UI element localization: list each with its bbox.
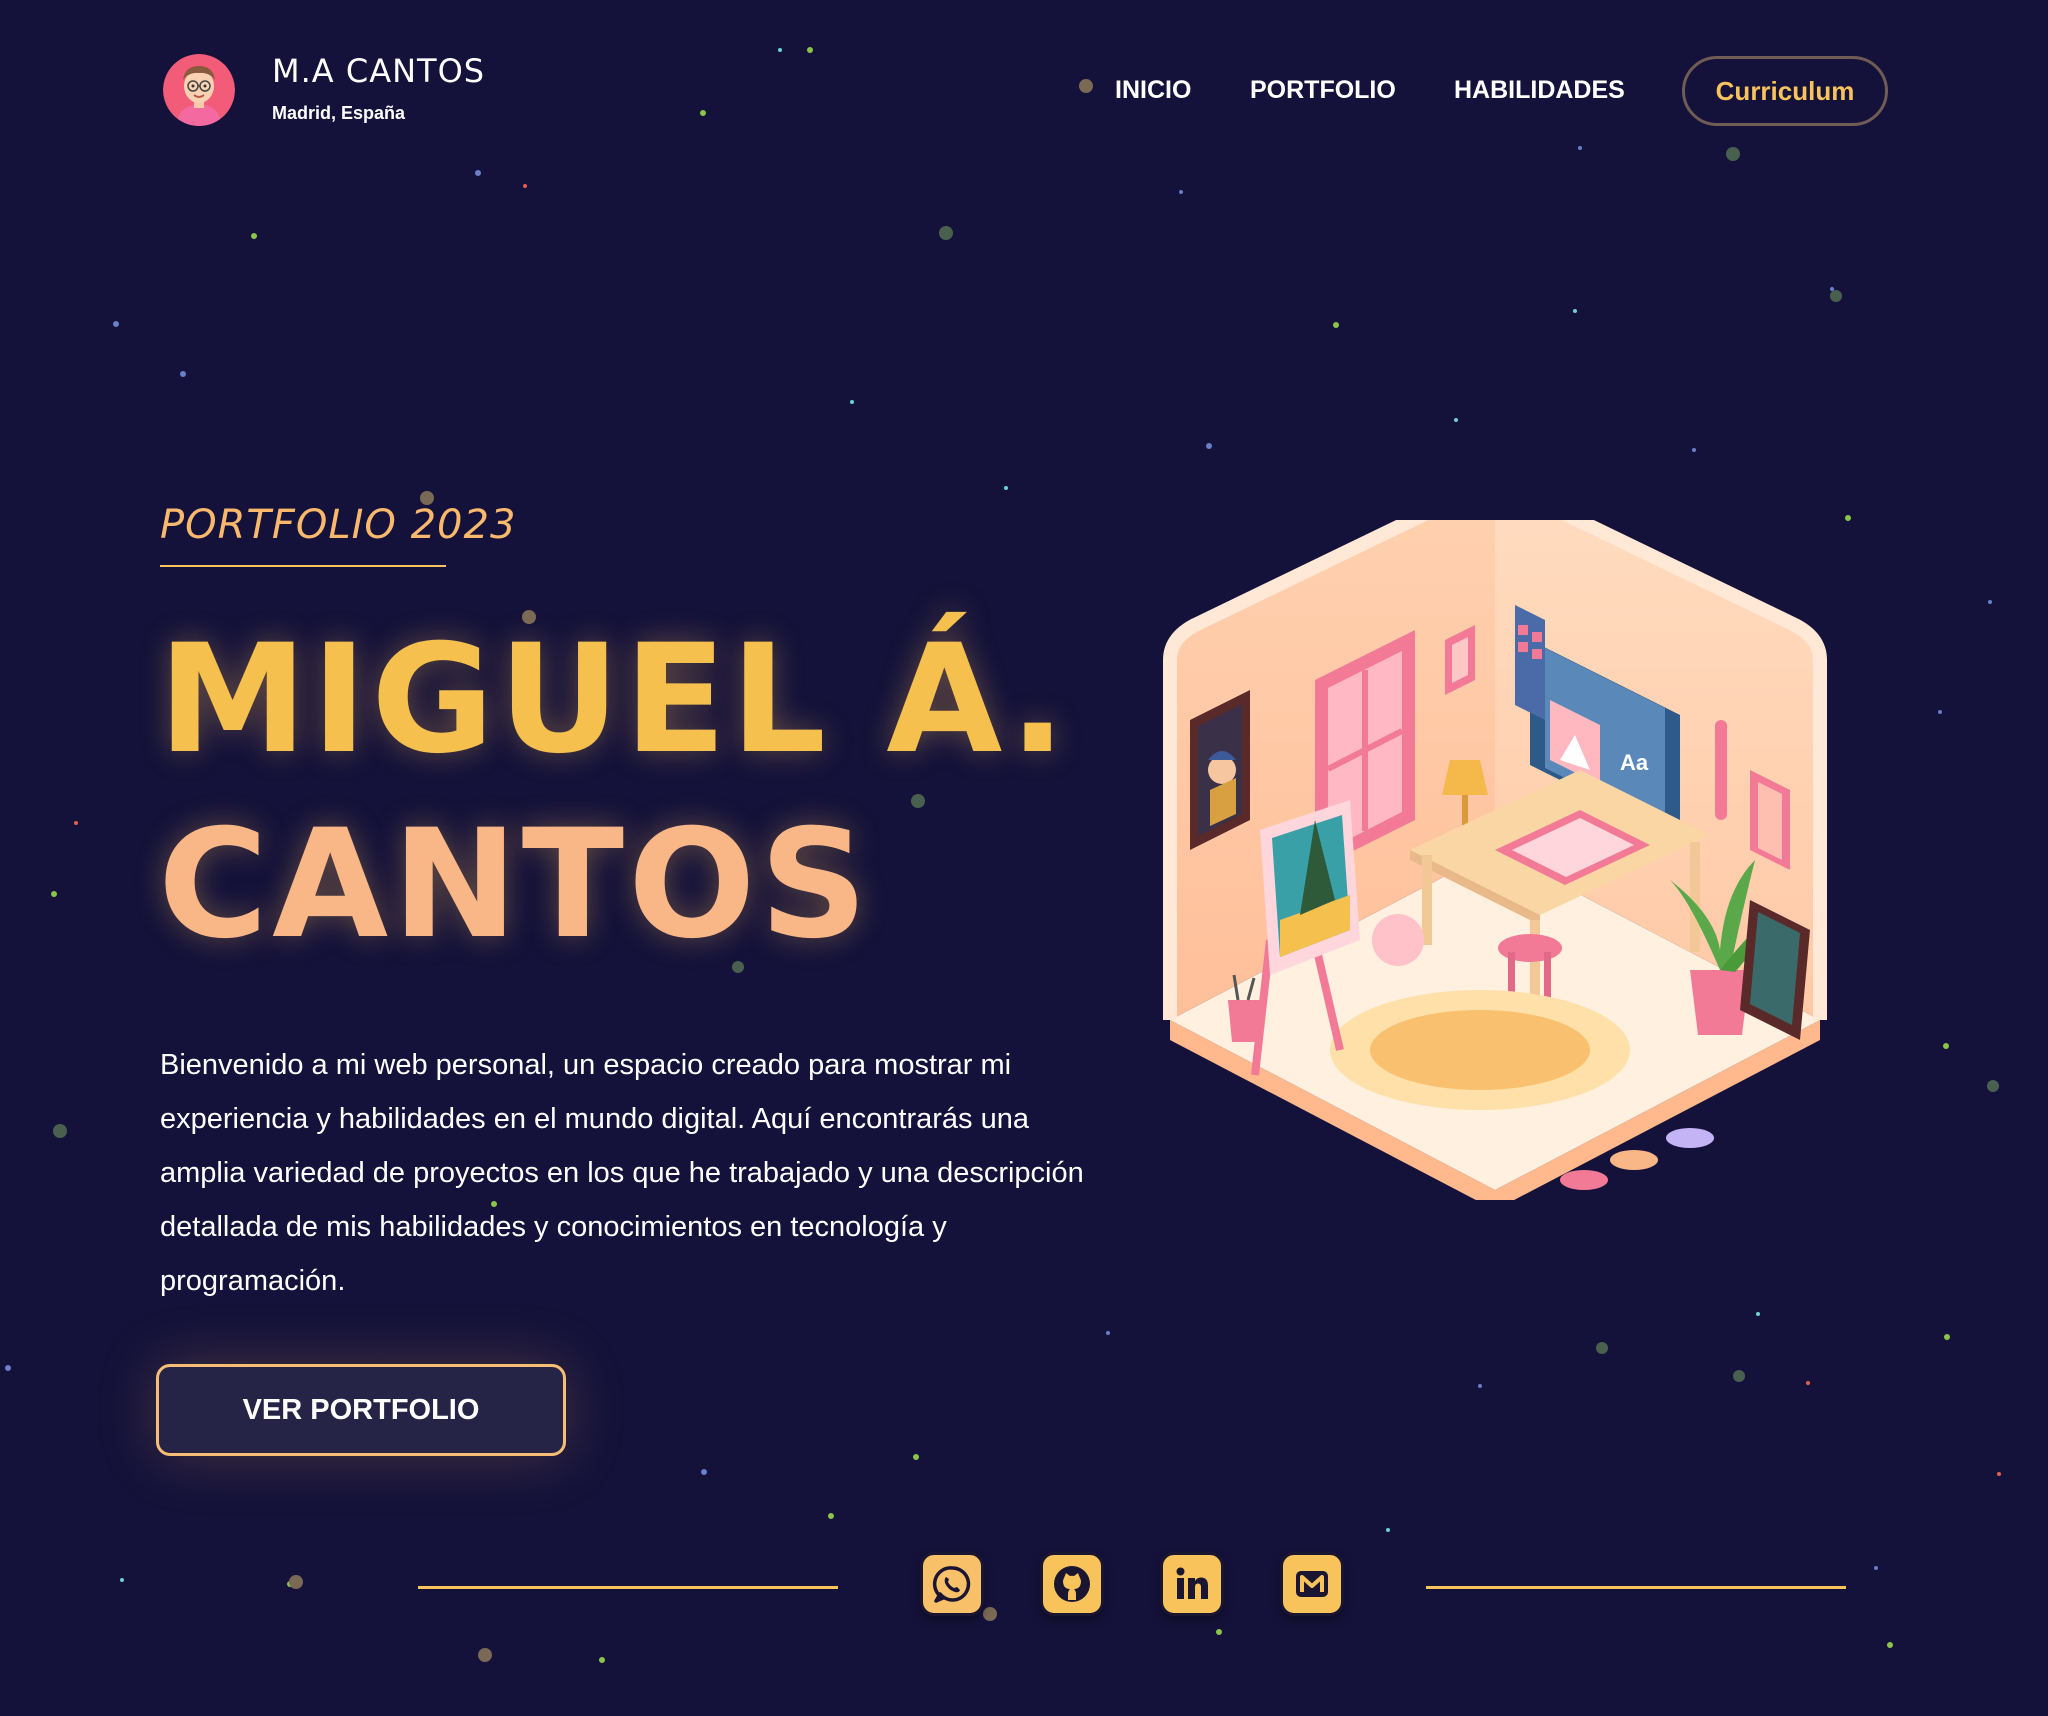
hero-eyebrow: PORTFOLIO 2023 bbox=[160, 502, 517, 548]
nav-link-portfolio[interactable]: PORTFOLIO bbox=[1250, 76, 1396, 106]
linkedin-link[interactable] bbox=[1160, 1552, 1224, 1616]
brand-location: Madrid, España bbox=[272, 103, 406, 123]
hero-intro-text: Bienvenido a mi web personal, un espacio… bbox=[160, 1049, 1084, 1297]
whatsapp-icon bbox=[932, 1566, 971, 1603]
curriculum-button[interactable]: Curriculum bbox=[1682, 56, 1888, 126]
hero-name-line2: CANTOS bbox=[158, 798, 872, 972]
github-icon bbox=[1054, 1566, 1090, 1602]
nav-link-habilidades[interactable]: HABILIDADES bbox=[1454, 76, 1625, 106]
site-header: M.A CANTOS Madrid, España INICIO PORTFOL… bbox=[0, 0, 2048, 180]
hero-name-line1: MIGUEL Á. bbox=[158, 613, 1071, 787]
github-link[interactable] bbox=[1040, 1552, 1104, 1616]
brand-name[interactable]: M.A CANTOS bbox=[272, 52, 485, 90]
mail-icon bbox=[1296, 1571, 1328, 1597]
mail-link[interactable] bbox=[1280, 1552, 1344, 1616]
avatar[interactable] bbox=[163, 54, 235, 126]
isometric-room-illustration: Aa bbox=[1163, 520, 1827, 1200]
whatsapp-link[interactable] bbox=[920, 1552, 984, 1616]
avatar-illustration bbox=[163, 54, 235, 126]
monitor-tile-label: Aa bbox=[1620, 750, 1649, 775]
nav-link-inicio[interactable]: INICIO bbox=[1115, 76, 1191, 106]
linkedin-icon bbox=[1176, 1567, 1208, 1599]
ver-portfolio-button[interactable]: VER PORTFOLIO bbox=[156, 1364, 566, 1456]
footer-divider-left bbox=[418, 1586, 838, 1589]
eyebrow-underline bbox=[160, 565, 446, 567]
footer-divider-right bbox=[1426, 1586, 1846, 1589]
